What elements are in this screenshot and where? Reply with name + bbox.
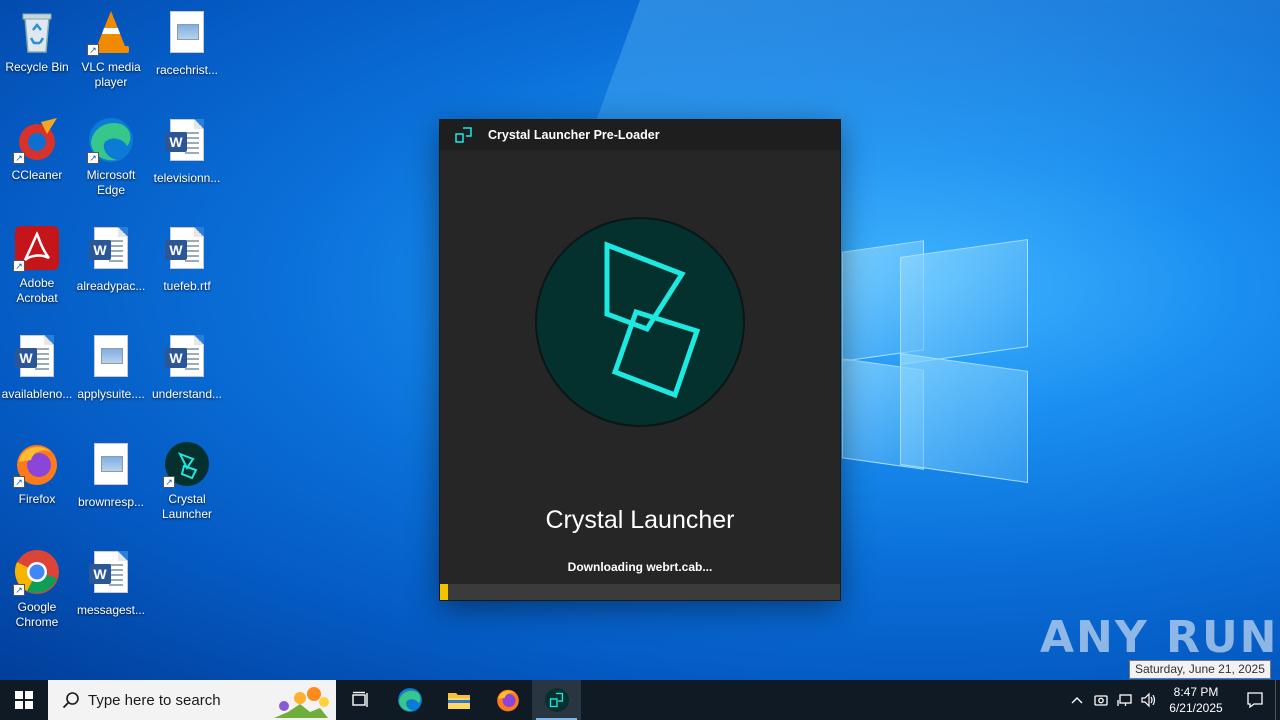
taskbar-search-box[interactable]: Type here to search [48,680,336,720]
icon-label: brownresp... [77,495,145,509]
desktop-icon-microsoft-edge[interactable]: ↗ Microsoft Edge [74,116,148,198]
chrome-icon: ↗ [13,548,61,596]
notification-icon [1247,692,1263,709]
clock-date: 6/21/2025 [1169,701,1223,715]
icon-label: understand... [151,387,223,401]
desktop-icon-applysuite[interactable]: applysuite.... [74,332,148,402]
app-name: Crystal Launcher [545,506,735,534]
action-center-button[interactable] [1235,680,1275,720]
firefox-icon [496,689,519,712]
desktop-icon-televisionn[interactable]: W televisionn... [150,116,224,186]
windows-logo-wallpaper [820,239,1030,483]
download-status: Downloading webrt.cab... [567,560,713,574]
icon-label: Google Chrome [15,600,59,629]
icon-label: televisionn... [153,171,221,185]
icon-label: Recycle Bin [5,60,69,74]
edge-icon: ↗ [87,116,135,164]
word-document-icon: W [163,335,211,383]
task-view-icon [351,691,368,707]
desktop-icon-tuefeb[interactable]: W tuefeb.rtf [150,224,224,294]
desktop-icon-understand[interactable]: W understand... [150,332,224,402]
desktop-icon-availableno[interactable]: W availableno... [0,332,74,402]
speaker-icon [1141,692,1156,708]
image-file-icon [87,335,135,383]
system-tray: 8:47 PM 6/21/2025 [1065,680,1280,720]
icon-label: applysuite.... [77,387,145,401]
desktop-icon-recycle-bin[interactable]: Recycle Bin [0,8,74,75]
acrobat-icon: ↗ [13,224,61,272]
crystal-logo-icon [537,219,743,425]
image-file-icon [87,443,135,491]
show-hidden-icons-button[interactable] [1065,680,1089,720]
icon-label: CCleaner [11,168,63,182]
edge-icon [397,688,422,712]
word-document-icon: W [163,119,211,167]
preloader-window[interactable]: Crystal Launcher Pre-Loader Crystal Laun… [440,120,840,600]
ccleaner-icon: ↗ [13,116,61,164]
taskbar-file-explorer-button[interactable] [434,680,483,720]
desktop-icon-firefox[interactable]: ↗ Firefox [0,440,74,507]
taskbar-firefox-button[interactable] [483,680,532,720]
desktop-icon-vlc[interactable]: ↗ VLC media player [74,8,148,90]
icon-label: Adobe Acrobat [16,276,58,305]
date-tooltip: Saturday, June 21, 2025 [1129,660,1271,679]
camera-icon [1094,695,1108,706]
download-progress-bar [440,584,840,600]
window-title: Crystal Launcher Pre-Loader [488,128,660,142]
recycle-bin-icon [13,8,61,56]
taskbar-crystal-launcher-button[interactable] [532,680,581,720]
search-icon [62,692,79,709]
crystal-launcher-icon [544,688,569,712]
desktop-icon-racechrist[interactable]: racechrist... [150,8,224,78]
word-document-icon: W [87,227,135,275]
icon-label: messagest... [76,603,146,617]
desktop-icon-alreadypac[interactable]: W alreadypac... [74,224,148,294]
folder-icon [447,693,470,709]
flowers-icon [274,687,329,718]
icon-label: racechrist... [155,63,218,77]
desktop-icon-ccleaner[interactable]: ↗ CCleaner [0,116,74,183]
windows-icon [15,691,33,709]
vlc-icon: ↗ [87,8,135,56]
image-file-icon [163,11,211,59]
progress-fill [440,584,448,600]
task-view-button[interactable] [336,680,385,720]
clock-time: 8:47 PM [1173,685,1219,699]
icon-label: Microsoft Edge [86,168,136,197]
word-document-icon: W [87,551,135,599]
desktop: Recycle Bin ↗ CCleaner ↗ Adobe Acrobat W… [0,0,1280,680]
icon-label: availableno... [1,387,73,401]
start-button[interactable] [0,680,48,720]
firefox-icon: ↗ [13,440,61,488]
icon-label: Firefox [18,492,56,506]
chevron-up-icon [1071,697,1083,704]
tray-volume-button[interactable] [1137,680,1161,720]
desktop-icon-adobe-acrobat[interactable]: ↗ Adobe Acrobat [0,224,74,306]
icon-label: VLC media player [81,60,141,89]
icon-label: tuefeb.rtf [163,279,211,293]
icon-label: alreadypac... [76,279,146,293]
desktop-icon-google-chrome[interactable]: ↗ Google Chrome [0,548,74,630]
anyrun-watermark: ANY RUN [1040,612,1279,663]
crystal-app-icon [455,127,472,143]
desktop-icon-brownresp[interactable]: brownresp... [74,440,148,510]
show-desktop-button[interactable] [1275,680,1280,720]
tray-network-button[interactable] [1113,680,1137,720]
network-icon [1117,694,1132,706]
desktop-icon-messagest[interactable]: W messagest... [74,548,148,618]
search-placeholder: Type here to search [88,691,221,709]
taskbar-clock[interactable]: 8:47 PM 6/21/2025 [1165,684,1227,716]
word-document-icon: W [163,227,211,275]
tray-meet-button[interactable] [1089,680,1113,720]
word-document-icon: W [13,335,61,383]
titlebar[interactable]: Crystal Launcher Pre-Loader [440,120,840,150]
desktop-icon-crystal-launcher[interactable]: ↗ Crystal Launcher [150,440,224,522]
icon-label: Crystal Launcher [161,492,213,521]
crystal-launcher-icon: ↗ [163,440,211,488]
taskbar: Type here to search 8:47 PM 6/21/2025 [0,680,1280,720]
taskbar-edge-button[interactable] [385,680,434,720]
